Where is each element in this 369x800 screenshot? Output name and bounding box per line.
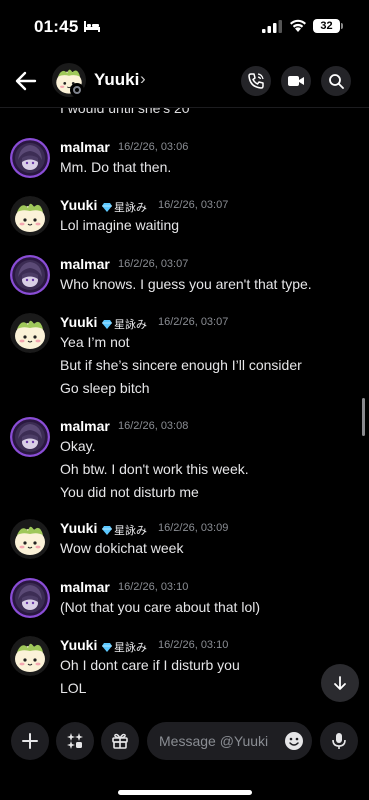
message-list[interactable]: I would until she's 20 malmar 16/2/26, 0… [0,108,369,710]
scroll-indicator[interactable] [362,398,365,436]
video-call-button[interactable] [281,66,311,96]
gem-icon [102,320,112,329]
timestamp: 16/2/26, 03:08 [118,420,189,432]
message-input-placeholder: Message @Yuuki [159,733,269,749]
status-bar: 01:45 32 [0,0,369,56]
guild-tag-badge[interactable]: 星詠み [102,199,147,215]
arrow-down-icon [334,676,346,690]
video-camera-icon [288,76,304,86]
message-text: Yea I’m not [60,334,130,350]
chat-header: Yuuki › [0,56,369,108]
message-text: But if she’s sincere enough I’ll conside… [60,357,302,373]
avatar[interactable] [10,578,50,618]
guild-tag-badge[interactable]: 星詠み [102,316,147,332]
cellular-signal-icon [262,20,282,33]
search-button[interactable] [321,66,351,96]
timestamp: 16/2/26, 03:10 [118,581,189,593]
gift-icon [112,733,128,749]
badge-label: 星詠み [114,525,147,537]
avatar[interactable] [10,313,50,353]
message-composer: Message @Yuuki [0,712,369,800]
message-text: I would until she's 20 [60,108,190,116]
gem-icon [102,203,112,212]
timestamp: 16/2/26, 03:10 [158,639,229,651]
username[interactable]: malmar [60,139,110,155]
message-text: Who knows. I guess you aren't that type. [60,276,312,292]
microphone-icon [332,733,346,749]
message-text: Oh I dont care if I disturb you [60,657,240,673]
contact-name[interactable]: Yuuki [94,70,139,90]
attach-button[interactable] [11,722,49,760]
status-time: 01:45 [34,17,79,36]
gem-icon [102,526,112,535]
message-text: Oh btw. I don't work this week. [60,461,249,477]
timestamp: 16/2/26, 03:06 [118,141,189,153]
voice-call-button[interactable] [241,66,271,96]
avatar[interactable] [10,196,50,236]
avatar[interactable] [10,636,50,676]
username[interactable]: Yuuki [60,314,97,330]
username[interactable]: Yuuki [60,197,97,213]
search-icon [329,74,344,89]
avatar[interactable] [10,255,50,295]
message-text: Wow dokichat week [60,540,184,556]
jump-to-present-button[interactable] [321,664,359,702]
offline-status-icon [70,83,84,97]
avatar[interactable] [10,417,50,457]
username[interactable]: malmar [60,579,110,595]
battery-indicator: 32 [313,19,343,33]
timestamp: 16/2/26, 03:07 [118,258,189,270]
plus-icon [22,733,38,749]
home-indicator[interactable] [118,790,252,795]
message-text: Go sleep bitch [60,380,150,396]
avatar[interactable] [10,138,50,178]
badge-label: 星詠み [114,202,147,214]
username[interactable]: Yuuki [60,637,97,653]
message-text: You did not disturb me [60,484,199,500]
emoji-icon[interactable] [284,731,304,751]
message-text: LOL [60,680,87,696]
message-text: Mm. Do that then. [60,159,172,175]
gift-button[interactable] [101,722,139,760]
wifi-icon [290,19,306,32]
message-text: Lol imagine waiting [60,217,180,233]
chevron-right-icon[interactable]: › [140,69,146,89]
voice-message-button[interactable] [320,722,358,760]
username[interactable]: Yuuki [60,520,97,536]
phone-icon [248,73,264,89]
guild-tag-badge[interactable]: 星詠み [102,522,147,538]
message-input[interactable]: Message @Yuuki [147,722,312,760]
message-text: (Not that you care about that lol) [60,599,260,615]
timestamp: 16/2/26, 03:07 [158,316,229,328]
username[interactable]: malmar [60,418,110,434]
timestamp: 16/2/26, 03:07 [158,199,229,211]
message-text: Okay. [60,438,96,454]
guild-tag-badge[interactable]: 星詠み [102,639,147,655]
username[interactable]: malmar [60,256,110,272]
apps-button[interactable] [56,722,94,760]
timestamp: 16/2/26, 03:09 [158,522,229,534]
badge-label: 星詠み [114,319,147,331]
gem-icon [102,643,112,652]
sleep-focus-icon [84,21,100,32]
apps-sparkle-icon [67,733,83,749]
badge-label: 星詠み [114,642,147,654]
avatar[interactable] [10,519,50,559]
arrow-left-icon[interactable] [13,68,39,94]
